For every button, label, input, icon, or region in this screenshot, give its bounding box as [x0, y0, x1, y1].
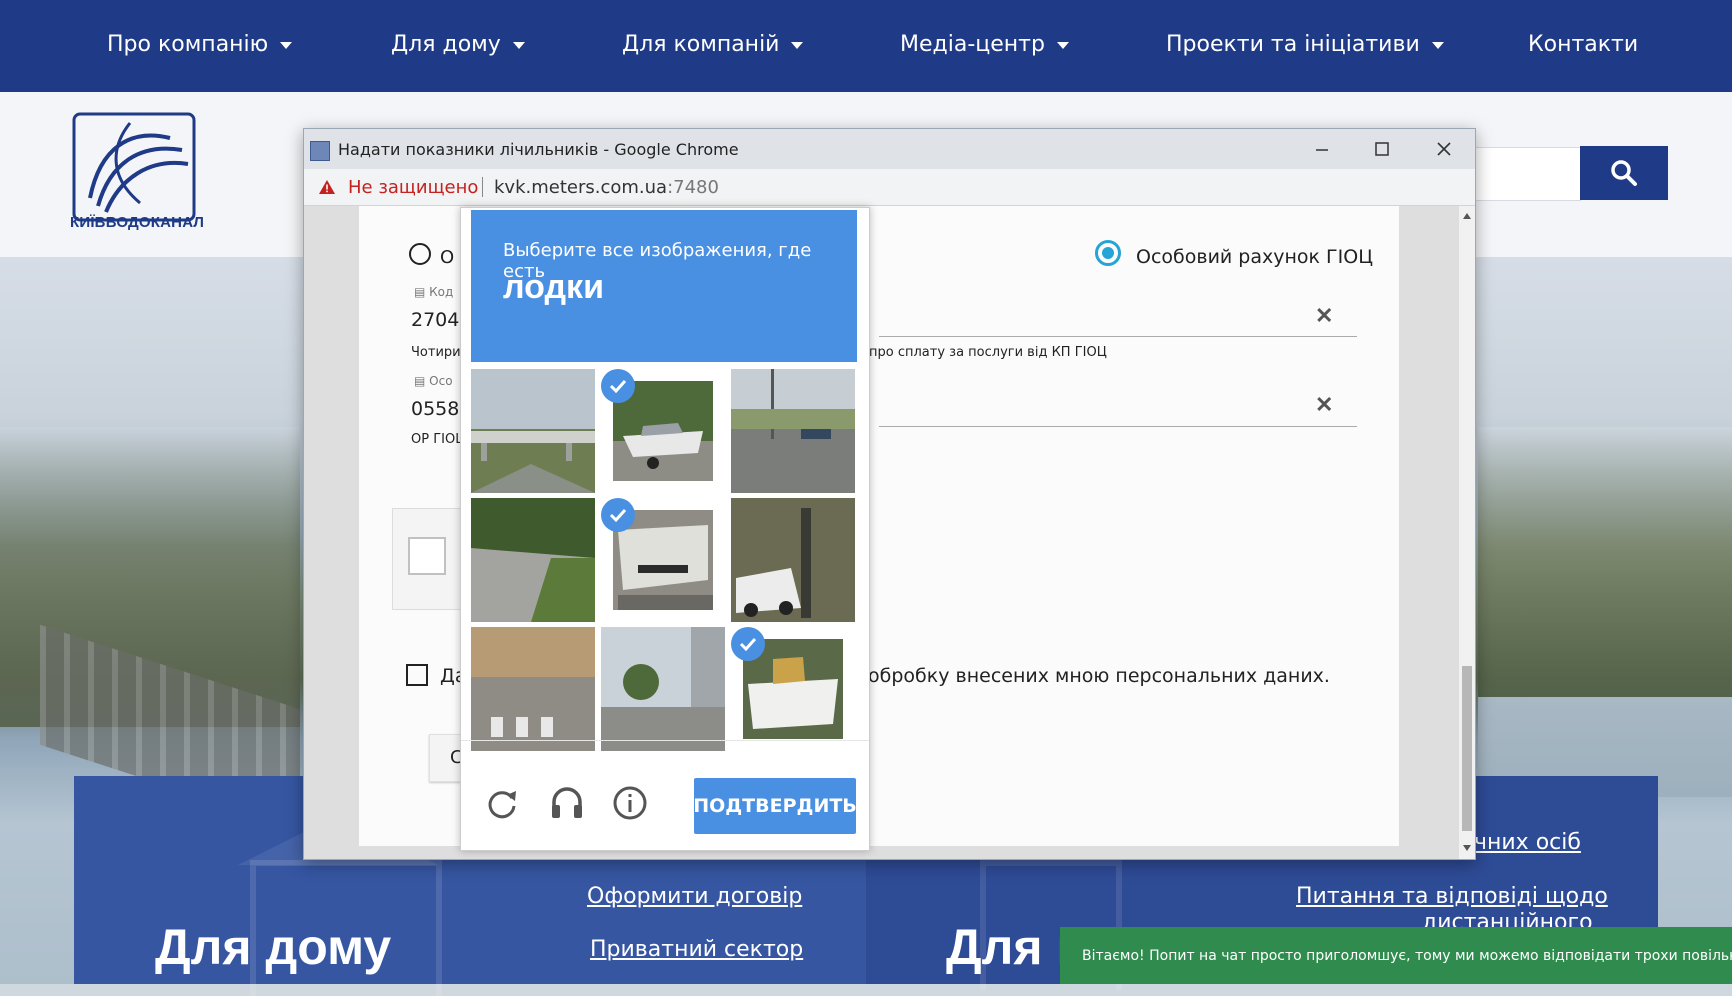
- selected-check-icon: [601, 498, 635, 532]
- page-favicon-icon: [310, 141, 330, 161]
- warning-icon: [319, 180, 335, 194]
- field1-value[interactable]: 2704: [411, 309, 459, 331]
- captcha-tile-suv-car[interactable]: [731, 498, 855, 622]
- recaptcha-challenge: Выберите все изображения, где есть лодки: [460, 207, 870, 851]
- maximize-button[interactable]: [1364, 134, 1400, 164]
- consent-label-right: обробку внесених мною персональних даних…: [868, 665, 1330, 687]
- radio-account-type-1[interactable]: [409, 243, 431, 265]
- captcha-tile-crosswalk[interactable]: [471, 627, 595, 751]
- logo-text: КИЇВВОДОКАНАЛ: [70, 214, 205, 231]
- scroll-up-icon[interactable]: [1462, 212, 1472, 220]
- scroll-down-icon[interactable]: [1462, 844, 1472, 852]
- minimize-button[interactable]: [1304, 134, 1340, 164]
- field2-label-text: Осо: [429, 374, 453, 388]
- captcha-header: Выберите все изображения, где есть лодки: [471, 210, 857, 362]
- clear-field2-icon[interactable]: ✕: [1315, 392, 1333, 418]
- nav-item-contacts[interactable]: Контакти: [1528, 32, 1638, 57]
- site-top-nav: Про компанію Для дому Для компаній Медіа…: [0, 0, 1732, 92]
- field2-underline: [879, 426, 1357, 427]
- minimize-icon: [1316, 149, 1328, 151]
- url-host: kvk.meters.com.ua: [494, 177, 668, 198]
- nav-label: Для компаній: [622, 32, 780, 57]
- url-text: kvk.meters.com.ua:7480: [494, 177, 719, 198]
- link-private-sector[interactable]: Приватний сектор: [590, 937, 803, 962]
- nav-item-home[interactable]: Для дому: [391, 32, 525, 57]
- captcha-footer: ПОДТВЕРДИТЬ: [461, 740, 869, 851]
- site-search-button[interactable]: [1580, 146, 1668, 200]
- nav-label: Для дому: [391, 32, 501, 57]
- link-contract[interactable]: Оформити договір: [587, 884, 802, 909]
- window-titlebar: Надати показники лічильників - Google Ch…: [304, 129, 1475, 169]
- radio-gioc-account[interactable]: [1095, 240, 1121, 266]
- security-label: Не защищено: [348, 177, 479, 198]
- chevron-down-icon: [512, 41, 525, 49]
- tile-image: [471, 498, 595, 622]
- field1-underline: [879, 336, 1357, 337]
- search-icon: [1611, 160, 1637, 186]
- clear-field1-icon[interactable]: ✕: [1315, 303, 1333, 329]
- home-panel-title: Для дому: [155, 919, 392, 975]
- nav-label: Проекти та ініціативи: [1166, 32, 1420, 57]
- captcha-target: лодки: [503, 268, 604, 306]
- selected-check-icon: [731, 627, 765, 661]
- chevron-down-icon: [280, 41, 293, 49]
- nav-label: Медіа-центр: [900, 32, 1045, 57]
- field2-label: ▤ Осо: [414, 374, 453, 388]
- chat-banner[interactable]: Вітаємо! Попит на чат просто приголомшує…: [1060, 927, 1732, 984]
- window-title: Надати показники лічильників - Google Ch…: [338, 140, 739, 159]
- info-icon[interactable]: [612, 785, 648, 821]
- headphones-icon[interactable]: [549, 785, 585, 821]
- chevron-down-icon: [791, 41, 804, 49]
- nav-label: Контакти: [1528, 32, 1639, 57]
- selected-check-icon: [601, 369, 635, 403]
- tile-image: [731, 369, 855, 493]
- tile-image: [601, 627, 725, 751]
- chevron-down-icon: [1056, 41, 1069, 49]
- nav-item-companies[interactable]: Для компаній: [622, 32, 804, 57]
- site-search-input[interactable]: [1470, 147, 1581, 201]
- radio-label-1: О: [440, 247, 455, 268]
- captcha-tile-road-curve[interactable]: [471, 498, 595, 622]
- address-separator: [482, 177, 483, 197]
- city-right: [1478, 427, 1732, 697]
- tile-image: [471, 369, 595, 493]
- link-individuals[interactable]: чних осіб: [1474, 830, 1581, 855]
- reload-icon[interactable]: [485, 786, 519, 820]
- tile-image: [471, 627, 595, 751]
- chevron-down-icon: [1431, 41, 1444, 49]
- scrollbar-thumb[interactable]: [1462, 666, 1472, 831]
- radio-label-gioc: Особовий рахунок ГІОЦ: [1136, 246, 1373, 268]
- captcha-tile-boat-white[interactable]: [731, 627, 855, 751]
- field1-hint: Чотири: [411, 345, 461, 360]
- close-button[interactable]: [1426, 134, 1462, 164]
- url-port: :7480: [667, 177, 719, 198]
- nav-item-media[interactable]: Медіа-центр: [900, 32, 1069, 57]
- close-icon: [1437, 142, 1451, 156]
- field1-label: ▤ Код: [414, 285, 454, 299]
- field2-hint: ОР ГІОЦ: [411, 432, 466, 447]
- address-bar[interactable]: Не защищено kvk.meters.com.ua:7480: [304, 169, 1475, 206]
- tile-image: [731, 498, 855, 622]
- captcha-tile-boat-on-trailer[interactable]: [601, 369, 725, 493]
- vertical-scrollbar[interactable]: [1459, 206, 1475, 859]
- captcha-tile-overpass[interactable]: [471, 369, 595, 493]
- captcha-confirm-button[interactable]: ПОДТВЕРДИТЬ: [693, 778, 857, 834]
- field1-hint-right: про сплату за послуги від КП ГІОЦ: [869, 345, 1107, 360]
- link-faq[interactable]: Питання та відповіді щодо: [1296, 884, 1608, 909]
- nav-item-projects[interactable]: Проекти та ініціативи: [1166, 32, 1444, 57]
- maximize-icon: [1375, 142, 1389, 156]
- consent-checkbox[interactable]: [406, 664, 428, 686]
- captcha-tile-intersection[interactable]: [601, 627, 725, 751]
- field1-label-text: Код: [429, 285, 454, 299]
- recaptcha-checkbox[interactable]: [408, 537, 446, 575]
- nav-label: Про компанію: [107, 32, 269, 57]
- captcha-tile-boat-hull[interactable]: [601, 498, 725, 622]
- captcha-tile-street-truck[interactable]: [731, 369, 855, 493]
- nav-item-about[interactable]: Про компанію: [107, 32, 293, 57]
